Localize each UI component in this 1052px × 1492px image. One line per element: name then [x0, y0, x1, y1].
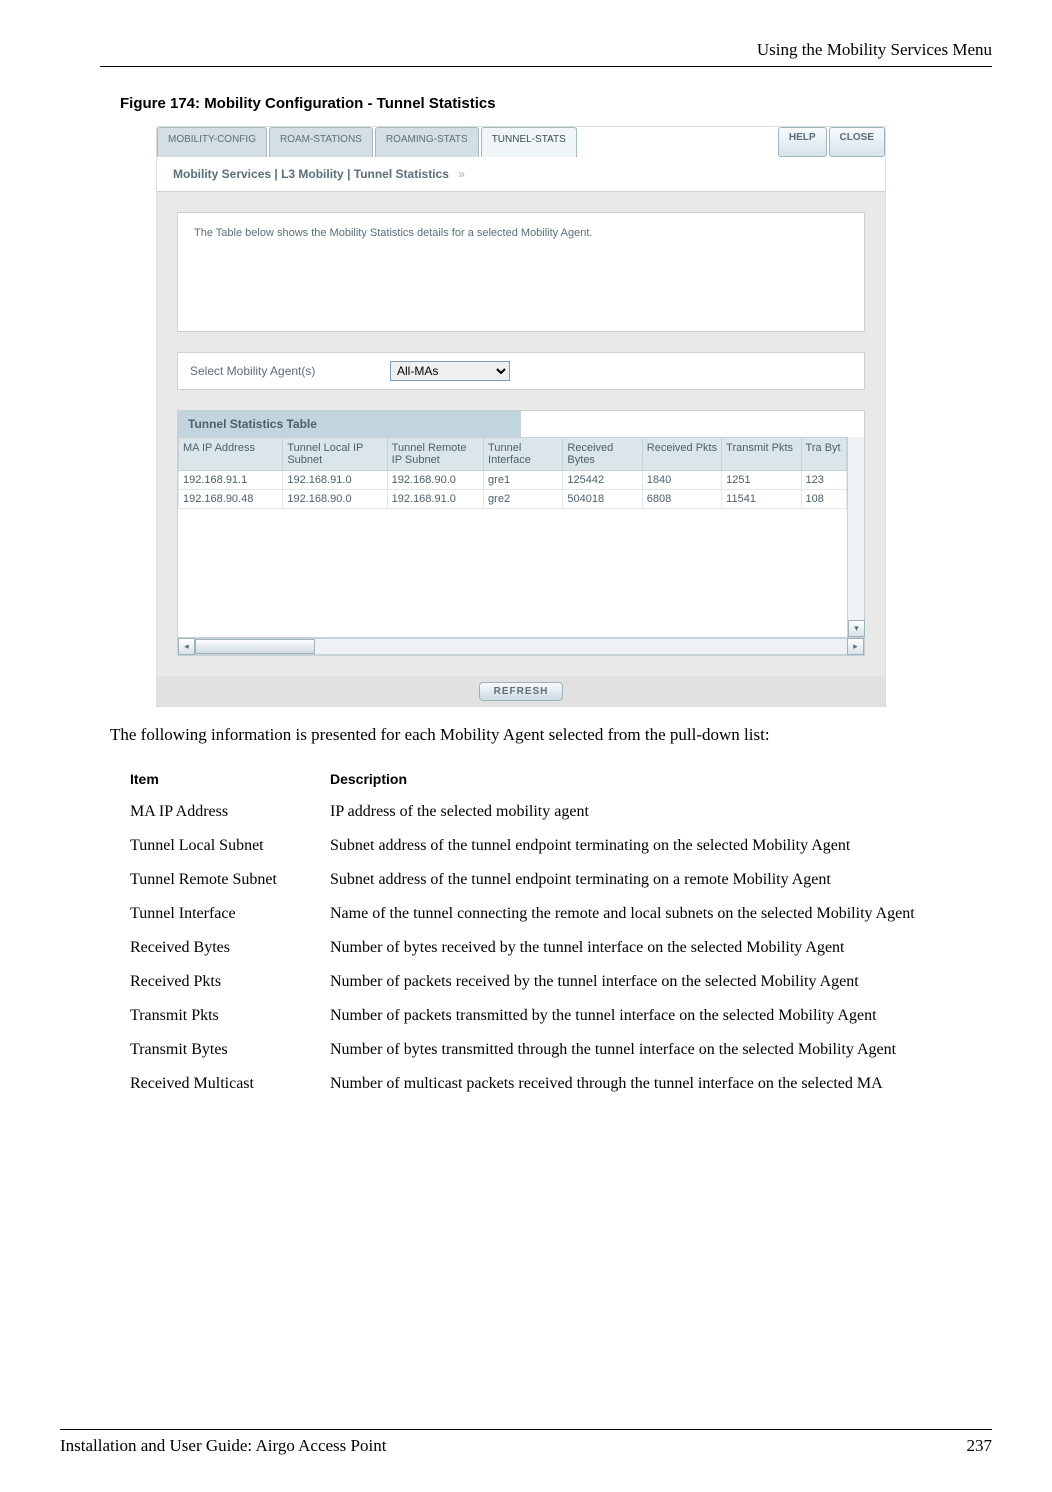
desc-header-description: Description	[330, 763, 1010, 795]
tab-mobility-config[interactable]: MOBILITY-CONFIG	[157, 127, 267, 157]
header-rule	[100, 66, 992, 67]
refresh-button[interactable]: REFRESH	[479, 682, 564, 701]
description-text: Number of multicast packets received thr…	[330, 1067, 1010, 1101]
info-text: The Table below shows the Mobility Stati…	[177, 212, 865, 332]
description-item: Tunnel Interface	[130, 897, 330, 931]
help-button[interactable]: HELP	[778, 127, 827, 157]
description-row: Transmit BytesNumber of bytes transmitte…	[130, 1033, 1010, 1067]
col-remote-subnet: Tunnel Remote IP Subnet	[387, 438, 483, 471]
tab-tunnel-stats[interactable]: TUNNEL-STATS	[481, 127, 577, 157]
description-text: Number of bytes received by the tunnel i…	[330, 931, 1010, 965]
tab-roam-stations[interactable]: ROAM-STATIONS	[269, 127, 373, 157]
description-item: MA IP Address	[130, 795, 330, 829]
description-item: Received Pkts	[130, 965, 330, 999]
description-text: IP address of the selected mobility agen…	[330, 795, 1010, 829]
description-row: Tunnel Local SubnetSubnet address of the…	[130, 829, 1010, 863]
col-rx-bytes: Received Bytes	[563, 438, 642, 471]
col-rx-pkts: Received Pkts	[642, 438, 721, 471]
description-text: Subnet address of the tunnel endpoint te…	[330, 829, 1010, 863]
footer-left: Installation and User Guide: Airgo Acces…	[60, 1436, 386, 1456]
breadcrumb-text: Mobility Services | L3 Mobility | Tunnel…	[173, 167, 449, 181]
description-item: Tunnel Local Subnet	[130, 829, 330, 863]
select-agent-label: Select Mobility Agent(s)	[190, 364, 390, 378]
col-tunnel-if: Tunnel Interface	[484, 438, 563, 471]
description-row: Received BytesNumber of bytes received b…	[130, 931, 1010, 965]
desc-header-item: Item	[130, 763, 330, 795]
breadcrumb-arrow-icon: »	[458, 167, 465, 181]
page-footer: Installation and User Guide: Airgo Acces…	[60, 1429, 992, 1456]
description-item: Received Multicast	[130, 1067, 330, 1101]
vertical-scrollbar[interactable]: ▾	[847, 437, 864, 637]
scroll-thumb[interactable]	[195, 639, 315, 654]
table-header-row: MA IP Address Tunnel Local IP Subnet Tun…	[179, 438, 847, 471]
select-agent-dropdown[interactable]: All-MAs	[390, 361, 510, 381]
stats-table-wrap: Tunnel Statistics Table MA IP Address Tu…	[177, 410, 865, 656]
description-text: Number of bytes transmitted through the …	[330, 1033, 1010, 1067]
description-row: MA IP AddressIP address of the selected …	[130, 795, 1010, 829]
description-row: Tunnel Remote SubnetSubnet address of th…	[130, 863, 1010, 897]
close-button[interactable]: CLOSE	[829, 127, 885, 157]
table-row: 192.168.90.48 192.168.90.0 192.168.91.0 …	[179, 490, 847, 509]
footer-rule	[60, 1429, 992, 1430]
breadcrumb: Mobility Services | L3 Mobility | Tunnel…	[157, 157, 885, 192]
description-row: Tunnel InterfaceName of the tunnel conne…	[130, 897, 1010, 931]
col-local-subnet: Tunnel Local IP Subnet	[283, 438, 387, 471]
table-row: 192.168.91.1 192.168.91.0 192.168.90.0 g…	[179, 471, 847, 490]
refresh-row: REFRESH	[157, 676, 885, 706]
stats-table-title: Tunnel Statistics Table	[178, 411, 521, 437]
figure-caption: Figure 174: Mobility Configuration - Tun…	[120, 95, 992, 112]
stats-table: MA IP Address Tunnel Local IP Subnet Tun…	[178, 437, 847, 609]
description-item: Transmit Bytes	[130, 1033, 330, 1067]
description-text: Name of the tunnel connecting the remote…	[330, 897, 1010, 931]
intro-paragraph: The following information is presented f…	[110, 725, 992, 745]
description-row: Transmit PktsNumber of packets transmitt…	[130, 999, 1010, 1033]
page-header: Using the Mobility Services Menu	[100, 40, 992, 60]
scroll-right-icon[interactable]: ▸	[847, 638, 864, 655]
col-tx-bytes: Tra Byt	[801, 438, 846, 471]
horizontal-scrollbar[interactable]: ◂ ▸	[178, 637, 864, 655]
description-table: Item Description MA IP AddressIP address…	[130, 763, 1010, 1101]
tab-row: MOBILITY-CONFIG ROAM-STATIONS ROAMING-ST…	[157, 127, 885, 157]
col-tx-pkts: Transmit Pkts	[722, 438, 801, 471]
description-text: Number of packets received by the tunnel…	[330, 965, 1010, 999]
description-text: Number of packets transmitted by the tun…	[330, 999, 1010, 1033]
col-ma-ip: MA IP Address	[179, 438, 283, 471]
description-row: Received PktsNumber of packets received …	[130, 965, 1010, 999]
description-item: Transmit Pkts	[130, 999, 330, 1033]
tab-roaming-stats[interactable]: ROAMING-STATS	[375, 127, 479, 157]
description-row: Received MulticastNumber of multicast pa…	[130, 1067, 1010, 1101]
description-item: Tunnel Remote Subnet	[130, 863, 330, 897]
select-agent-row: Select Mobility Agent(s) All-MAs	[177, 352, 865, 390]
scroll-left-icon[interactable]: ◂	[178, 638, 195, 655]
scroll-down-icon[interactable]: ▾	[848, 620, 865, 637]
description-text: Subnet address of the tunnel endpoint te…	[330, 863, 1010, 897]
description-item: Received Bytes	[130, 931, 330, 965]
screenshot-panel: MOBILITY-CONFIG ROAM-STATIONS ROAMING-ST…	[156, 126, 886, 707]
footer-page-number: 237	[967, 1436, 993, 1456]
